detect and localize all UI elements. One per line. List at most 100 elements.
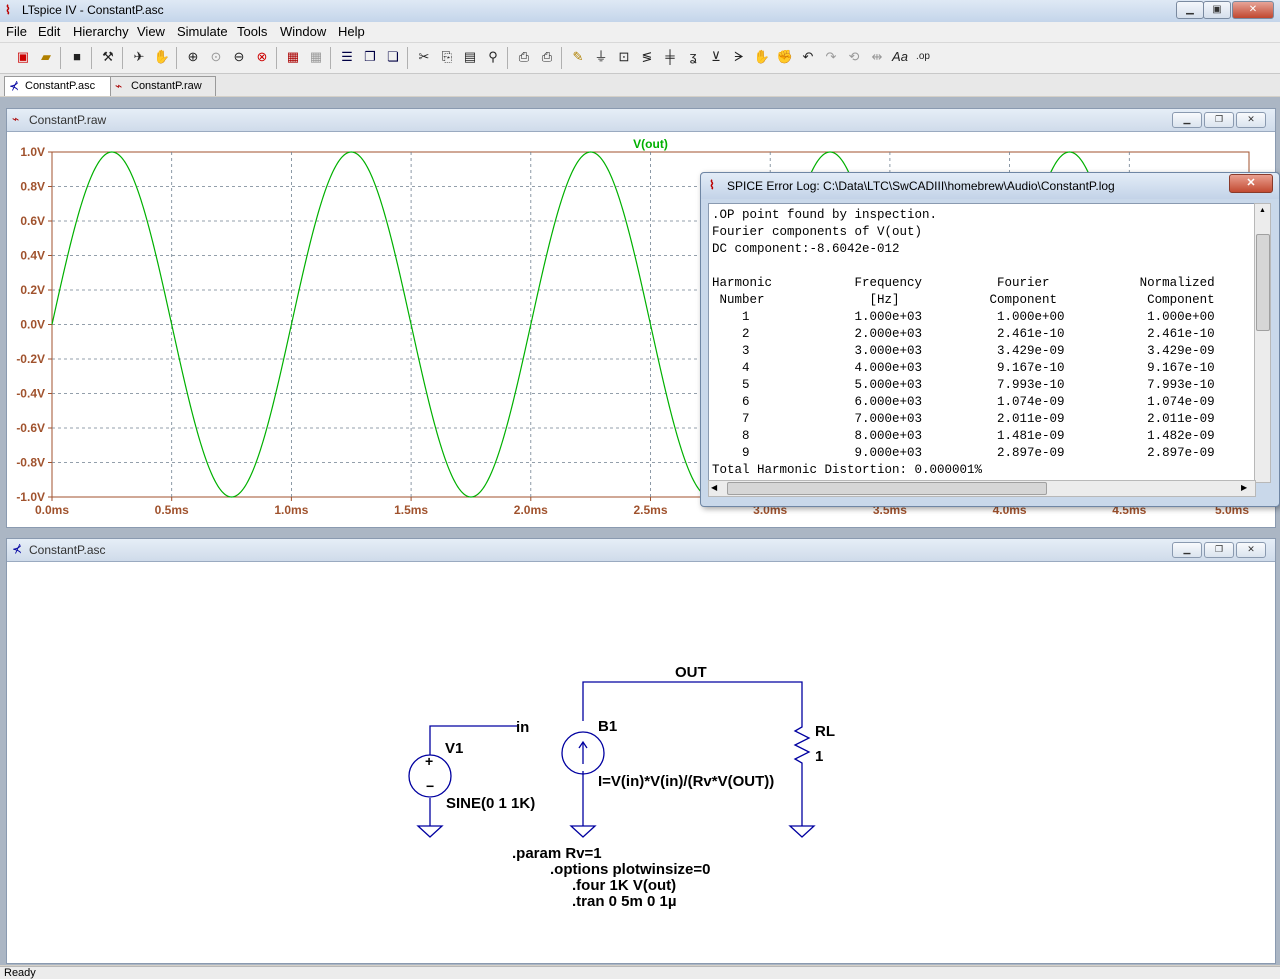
maximize-button[interactable]: ▣ bbox=[1203, 1, 1231, 19]
menu-simulate[interactable]: Simulate bbox=[177, 24, 228, 39]
print-icon[interactable]: ⎙ bbox=[538, 48, 556, 66]
diode-icon[interactable]: ⊻ bbox=[707, 48, 725, 66]
status-bar: Ready bbox=[0, 966, 1280, 979]
ground-symbol-b1 bbox=[569, 825, 597, 838]
wire-icon[interactable]: ✎ bbox=[569, 48, 587, 66]
x-tick-label: 1.5ms bbox=[394, 503, 428, 517]
cascade-icon[interactable]: ❐ bbox=[361, 48, 379, 66]
rl-name-label: RL bbox=[815, 723, 835, 740]
error-log-text-area[interactable]: .OP point found by inspection. Fourier c… bbox=[708, 203, 1256, 483]
pan-icon[interactable]: ⊙ bbox=[207, 48, 225, 66]
component-icon[interactable]: ᗒ bbox=[730, 48, 748, 66]
options-directive[interactable]: .options plotwinsize=0 bbox=[550, 861, 710, 878]
paste-icon[interactable]: ▤ bbox=[461, 48, 479, 66]
y-tick-label: 0.2V bbox=[20, 283, 45, 297]
zoom-in-icon[interactable]: ⊕ bbox=[184, 48, 202, 66]
mirror-icon[interactable]: ⇹ bbox=[868, 48, 886, 66]
waveform-restore-button[interactable]: ❐ bbox=[1204, 112, 1234, 128]
scroll-up-icon[interactable]: ▲ bbox=[1255, 204, 1270, 218]
svg-text:+: + bbox=[425, 753, 433, 769]
trace-label: V(out) bbox=[633, 137, 668, 151]
redo-icon[interactable]: ↷ bbox=[822, 48, 840, 66]
y-tick-label: 0.6V bbox=[20, 214, 45, 228]
menu-window[interactable]: Window bbox=[280, 24, 326, 39]
vertical-scroll-thumb[interactable] bbox=[1256, 234, 1270, 331]
move-icon[interactable]: ✋ bbox=[753, 48, 771, 66]
rl-value-label: 1 bbox=[815, 748, 824, 765]
error-log-horizontal-scrollbar[interactable]: ◀ ▶ bbox=[708, 480, 1256, 497]
new-schematic-icon[interactable]: ▣ bbox=[14, 48, 32, 66]
halt-icon[interactable]: ✋ bbox=[153, 48, 171, 66]
y-tick-label: -0.8V bbox=[16, 456, 45, 470]
error-log-vertical-scrollbar[interactable]: ▲ bbox=[1254, 203, 1271, 483]
tran-directive[interactable]: .tran 0 5m 0 1µ bbox=[572, 893, 677, 910]
in-net-label: in bbox=[516, 719, 530, 736]
document-tabs: ⊀ ConstantP.asc ⌁ ConstantP.raw bbox=[0, 74, 1280, 96]
y-tick-label: 0.8V bbox=[20, 180, 45, 194]
tab-label: ConstantP.raw bbox=[131, 80, 202, 92]
tile-vertical-icon[interactable]: ❏ bbox=[384, 48, 402, 66]
y-tick-label: 1.0V bbox=[20, 145, 45, 159]
window-title: LTspice IV - ConstantP.asc bbox=[22, 3, 164, 17]
menu-edit[interactable]: Edit bbox=[38, 24, 60, 39]
waveform-window-title: ConstantP.raw bbox=[29, 113, 107, 127]
save-icon[interactable]: ■ bbox=[68, 48, 86, 66]
waveform-close-button[interactable]: ✕ bbox=[1236, 112, 1266, 128]
toolbar: ▣ ▰ ■ ⚒ ✈ ✋ ⊕ ⊙ ⊖ ⊗ ▦ ▦ ☰ ❐ ❏ ✂ ⎘ ▤ ⚲ ⎙ … bbox=[0, 43, 1280, 74]
tab-constantp-raw[interactable]: ⌁ ConstantP.raw bbox=[110, 76, 216, 96]
minimize-button[interactable]: ▁ bbox=[1176, 1, 1204, 19]
b1-expression-label: I=V(in)*V(in)/(Rv*V(OUT)) bbox=[598, 773, 775, 790]
inductor-icon[interactable]: ʓ bbox=[684, 48, 702, 66]
tile-horizontal-icon[interactable]: ☰ bbox=[338, 48, 356, 66]
spice-directive-icon[interactable]: .op bbox=[914, 48, 932, 66]
print-setup-icon[interactable]: ⎙ bbox=[515, 48, 533, 66]
error-log-content: .OP point found by inspection. Fourier c… bbox=[712, 208, 1215, 477]
tab-label: ConstantP.asc bbox=[25, 80, 96, 92]
scroll-left-icon[interactable]: ◀ bbox=[711, 481, 717, 495]
schematic-restore-button[interactable]: ❐ bbox=[1204, 542, 1234, 558]
label-net-icon[interactable]: ⊡ bbox=[615, 48, 633, 66]
error-log-close-button[interactable]: ✕ bbox=[1229, 174, 1273, 193]
waveform-icon: ⌁ bbox=[12, 112, 20, 126]
waveform-window-titlebar: ⌁ ConstantP.raw ▁ ❐ ✕ bbox=[7, 109, 1275, 132]
y-tick-label: 0.0V bbox=[20, 318, 45, 332]
schematic-close-button[interactable]: ✕ bbox=[1236, 542, 1266, 558]
manual-limits-icon[interactable]: ▦ bbox=[307, 48, 325, 66]
four-directive[interactable]: .four 1K V(out) bbox=[572, 877, 676, 894]
capacitor-icon[interactable]: ╪ bbox=[661, 48, 679, 66]
scroll-right-icon[interactable]: ▶ bbox=[1241, 481, 1247, 495]
b1-name-label: B1 bbox=[598, 718, 618, 735]
menu-file[interactable]: File bbox=[6, 24, 27, 39]
error-log-title: SPICE Error Log: C:\Data\LTC\SwCADIII\ho… bbox=[727, 179, 1115, 193]
v1-name-label: V1 bbox=[445, 740, 464, 757]
horizontal-scroll-thumb[interactable] bbox=[727, 482, 1047, 495]
text-icon[interactable]: Aa bbox=[891, 48, 909, 66]
find-icon[interactable]: ⚲ bbox=[484, 48, 502, 66]
ground-icon[interactable]: ⏚ bbox=[592, 48, 610, 66]
menu-view[interactable]: View bbox=[137, 24, 165, 39]
run-icon[interactable]: ✈ bbox=[130, 48, 148, 66]
tab-constantp-asc[interactable]: ⊀ ConstantP.asc bbox=[4, 76, 112, 96]
close-button[interactable]: ✕ bbox=[1232, 1, 1274, 19]
open-icon[interactable]: ▰ bbox=[37, 48, 55, 66]
drag-icon[interactable]: ✊ bbox=[776, 48, 794, 66]
waveform-minimize-button[interactable]: ▁ bbox=[1172, 112, 1202, 128]
zoom-out-icon[interactable]: ⊖ bbox=[230, 48, 248, 66]
x-tick-label: 0.5ms bbox=[155, 503, 189, 517]
control-panel-icon[interactable]: ⚒ bbox=[99, 48, 117, 66]
undo-icon[interactable]: ↶ bbox=[799, 48, 817, 66]
spice-error-log-dialog: ⌇ SPICE Error Log: C:\Data\LTC\SwCADIII\… bbox=[700, 172, 1280, 507]
autorange-icon[interactable]: ▦ bbox=[284, 48, 302, 66]
rotate-icon[interactable]: ⟲ bbox=[845, 48, 863, 66]
zoom-fit-icon[interactable]: ⊗ bbox=[253, 48, 271, 66]
param-directive[interactable]: .param Rv=1 bbox=[512, 845, 602, 862]
menu-tools[interactable]: Tools bbox=[237, 24, 267, 39]
cut-icon[interactable]: ✂ bbox=[415, 48, 433, 66]
resistor-icon[interactable]: ≶ bbox=[638, 48, 656, 66]
rl-resistor-symbol bbox=[793, 720, 811, 826]
menu-hierarchy[interactable]: Hierarchy bbox=[73, 24, 129, 39]
copy-icon[interactable]: ⎘ bbox=[438, 48, 456, 66]
x-tick-label: 2.0ms bbox=[514, 503, 548, 517]
menu-help[interactable]: Help bbox=[338, 24, 365, 39]
schematic-minimize-button[interactable]: ▁ bbox=[1172, 542, 1202, 558]
